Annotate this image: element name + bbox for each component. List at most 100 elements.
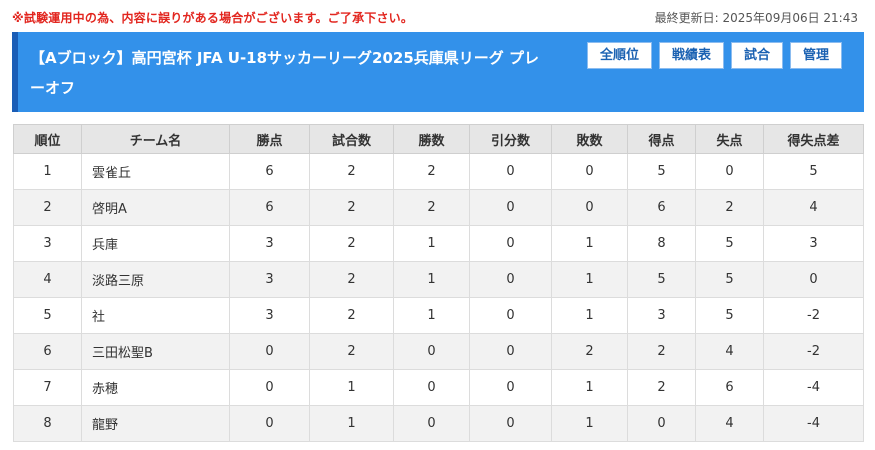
team-name-cell[interactable]: 兵庫 xyxy=(81,225,230,262)
col-rank[interactable]: 順位 xyxy=(13,124,82,154)
played-cell: 1 xyxy=(309,369,394,406)
losses-cell: 0 xyxy=(551,153,628,190)
goals-for-cell: 6 xyxy=(627,189,696,226)
wins-cell: 1 xyxy=(393,261,470,298)
goal-diff-cell: 0 xyxy=(763,261,864,298)
goals-for-cell: 8 xyxy=(627,225,696,262)
goals-for-cell: 3 xyxy=(627,297,696,334)
trial-notice: ※試験運用中の為、内容に誤りがある場合がございます。ご了承下さい。 xyxy=(12,11,414,25)
points-cell: 0 xyxy=(229,405,310,442)
goals-against-cell: 5 xyxy=(695,225,764,262)
col-goals-against[interactable]: 失点 xyxy=(695,124,764,154)
played-cell: 2 xyxy=(309,261,394,298)
played-cell: 2 xyxy=(309,189,394,226)
col-team[interactable]: チーム名 xyxy=(81,124,230,154)
goals-for-cell: 2 xyxy=(627,369,696,406)
last-updated: 最終更新日: 2025年09月06日 21:43 xyxy=(654,11,858,25)
goal-diff-cell: -2 xyxy=(763,297,864,334)
played-cell: 2 xyxy=(309,153,394,190)
all-standings-button[interactable]: 全順位 xyxy=(586,42,652,69)
goal-diff-cell: -4 xyxy=(763,405,864,442)
standings-table: 順位 チーム名 勝点 試合数 勝数 引分数 敗数 得点 失点 得失点差 1 雲雀丘… xyxy=(13,124,864,442)
team-name-cell[interactable]: 社 xyxy=(81,297,230,334)
goals-for-cell: 5 xyxy=(627,261,696,298)
losses-cell: 0 xyxy=(551,189,628,226)
col-points[interactable]: 勝点 xyxy=(229,124,310,154)
played-cell: 1 xyxy=(309,405,394,442)
goal-diff-cell: 3 xyxy=(763,225,864,262)
col-played[interactable]: 試合数 xyxy=(309,124,394,154)
team-name-cell[interactable]: 三田松聖B xyxy=(81,333,230,370)
goals-against-cell: 0 xyxy=(695,153,764,190)
table-row: 8 龍野 0 1 0 0 1 0 4 -4 xyxy=(13,405,864,442)
goals-against-cell: 2 xyxy=(695,189,764,226)
points-cell: 3 xyxy=(229,261,310,298)
rank-cell: 1 xyxy=(13,153,82,190)
goals-against-cell: 5 xyxy=(695,297,764,334)
rank-cell: 5 xyxy=(13,297,82,334)
team-name-cell[interactable]: 啓明A xyxy=(81,189,230,226)
goals-against-cell: 4 xyxy=(695,333,764,370)
wins-cell: 0 xyxy=(393,333,470,370)
points-cell: 3 xyxy=(229,225,310,262)
goals-for-cell: 0 xyxy=(627,405,696,442)
wins-cell: 1 xyxy=(393,297,470,334)
points-cell: 3 xyxy=(229,297,310,334)
col-draws[interactable]: 引分数 xyxy=(469,124,552,154)
rank-cell: 6 xyxy=(13,333,82,370)
losses-cell: 1 xyxy=(551,297,628,334)
goals-against-cell: 4 xyxy=(695,405,764,442)
rank-cell: 4 xyxy=(13,261,82,298)
table-row: 4 淡路三原 3 2 1 0 1 5 5 0 xyxy=(13,261,864,298)
table-header-row: 順位 チーム名 勝点 試合数 勝数 引分数 敗数 得点 失点 得失点差 xyxy=(13,124,864,154)
goal-diff-cell: -4 xyxy=(763,369,864,406)
table-row: 2 啓明A 6 2 2 0 0 6 2 4 xyxy=(13,189,864,226)
rank-cell: 8 xyxy=(13,405,82,442)
points-cell: 0 xyxy=(229,333,310,370)
admin-button[interactable]: 管理 xyxy=(789,42,842,69)
results-table-button[interactable]: 戦績表 xyxy=(658,42,724,69)
matches-button[interactable]: 試合 xyxy=(730,42,783,69)
goal-diff-cell: 4 xyxy=(763,189,864,226)
draws-cell: 0 xyxy=(469,405,552,442)
draws-cell: 0 xyxy=(469,333,552,370)
played-cell: 2 xyxy=(309,297,394,334)
losses-cell: 1 xyxy=(551,225,628,262)
table-row: 6 三田松聖B 0 2 0 0 2 2 4 -2 xyxy=(13,333,864,370)
losses-cell: 1 xyxy=(551,261,628,298)
view-nav: 全順位 戦績表 試合 管理 xyxy=(586,42,842,69)
points-cell: 6 xyxy=(229,189,310,226)
col-losses[interactable]: 敗数 xyxy=(551,124,628,154)
draws-cell: 0 xyxy=(469,153,552,190)
table-row: 7 赤穂 0 1 0 0 1 2 6 -4 xyxy=(13,369,864,406)
col-goals-for[interactable]: 得点 xyxy=(627,124,696,154)
draws-cell: 0 xyxy=(469,189,552,226)
losses-cell: 1 xyxy=(551,369,628,406)
wins-cell: 0 xyxy=(393,405,470,442)
points-cell: 6 xyxy=(229,153,310,190)
team-name-cell[interactable]: 雲雀丘 xyxy=(81,153,230,190)
table-row: 5 社 3 2 1 0 1 3 5 -2 xyxy=(13,297,864,334)
team-name-cell[interactable]: 淡路三原 xyxy=(81,261,230,298)
header-accent-bar xyxy=(12,32,18,112)
goals-against-cell: 5 xyxy=(695,261,764,298)
played-cell: 2 xyxy=(309,225,394,262)
draws-cell: 0 xyxy=(469,369,552,406)
league-header: 【Aブロック】高円宮杯 JFA U-18サッカーリーグ2025兵庫県リーグ プレ… xyxy=(12,32,864,112)
table-row: 1 雲雀丘 6 2 2 0 0 5 0 5 xyxy=(13,153,864,190)
losses-cell: 1 xyxy=(551,405,628,442)
wins-cell: 2 xyxy=(393,189,470,226)
draws-cell: 0 xyxy=(469,261,552,298)
draws-cell: 0 xyxy=(469,225,552,262)
played-cell: 2 xyxy=(309,333,394,370)
league-title: 【Aブロック】高円宮杯 JFA U-18サッカーリーグ2025兵庫県リーグ プレ… xyxy=(30,49,540,97)
standings-page: ※試験運用中の為、内容に誤りがある場合がございます。ご了承下さい。 最終更新日:… xyxy=(0,0,875,450)
team-name-cell[interactable]: 赤穂 xyxy=(81,369,230,406)
wins-cell: 0 xyxy=(393,369,470,406)
table-row: 3 兵庫 3 2 1 0 1 8 5 3 xyxy=(13,225,864,262)
team-name-cell[interactable]: 龍野 xyxy=(81,405,230,442)
rank-cell: 7 xyxy=(13,369,82,406)
goals-for-cell: 2 xyxy=(627,333,696,370)
col-wins[interactable]: 勝数 xyxy=(393,124,470,154)
col-goal-diff[interactable]: 得失点差 xyxy=(763,124,864,154)
